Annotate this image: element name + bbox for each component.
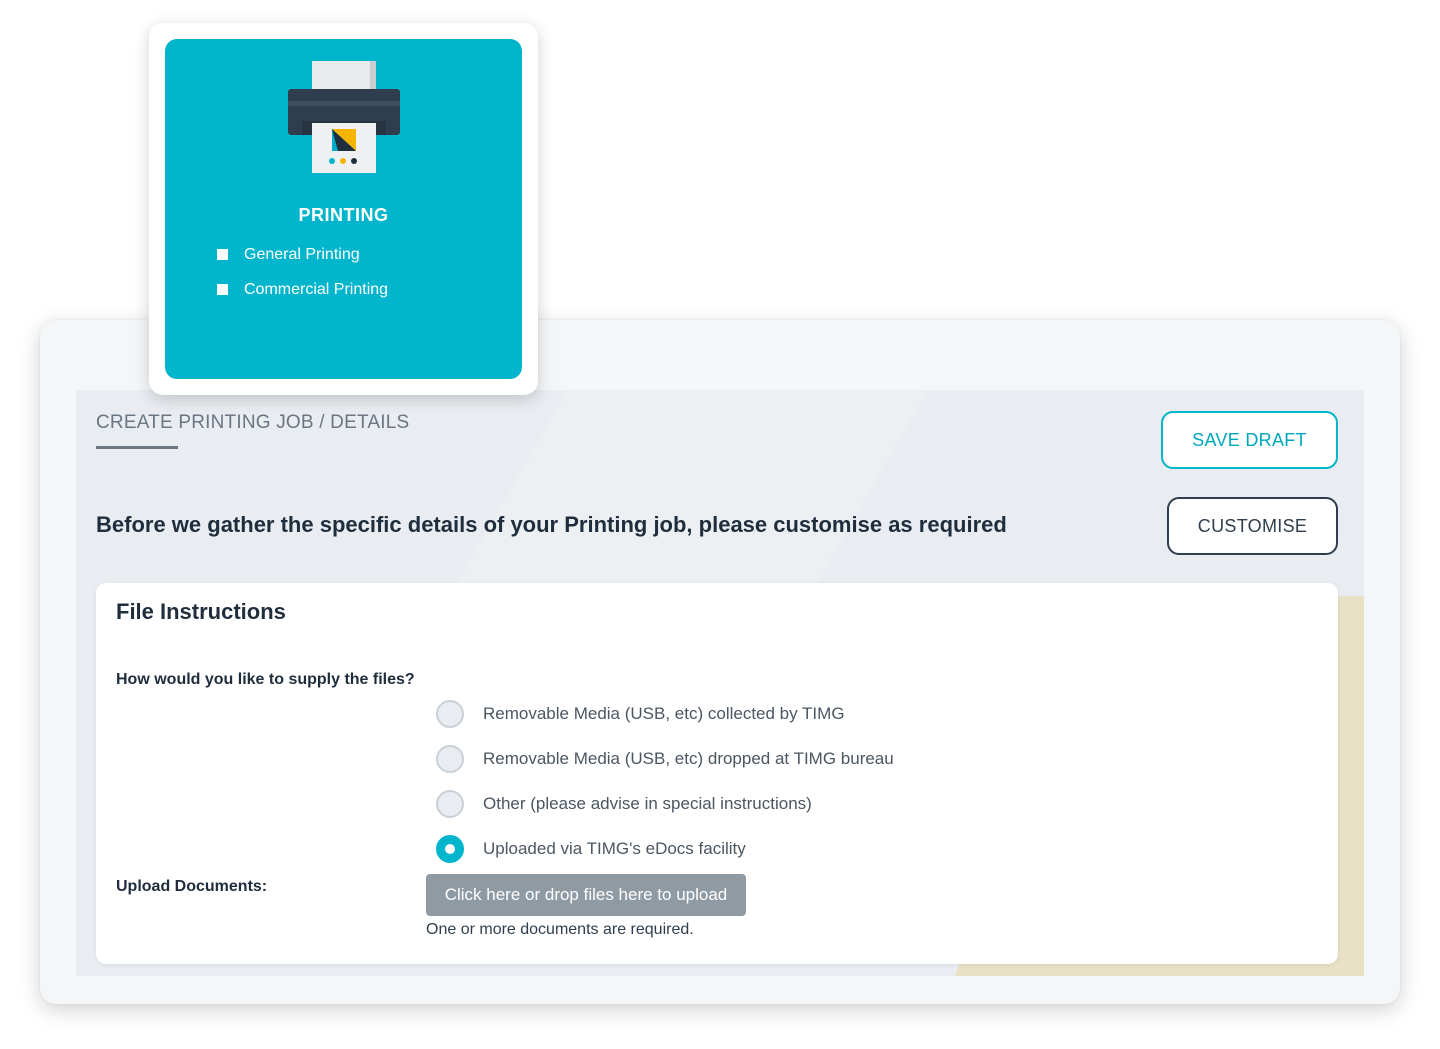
radio-label: Removable Media (USB, etc) dropped at TI…	[483, 748, 894, 768]
radio-option-other[interactable]: Other (please advise in special instruct…	[436, 781, 894, 826]
radio-option-usb-dropped[interactable]: Removable Media (USB, etc) dropped at TI…	[436, 736, 894, 781]
file-instructions-title: File Instructions	[116, 599, 286, 624]
radio-label: Removable Media (USB, etc) collected by …	[483, 703, 845, 723]
list-item-label: Commercial Printing	[244, 280, 389, 298]
save-draft-button[interactable]: SAVE DRAFT	[1161, 411, 1338, 469]
supply-method-radio-group: Removable Media (USB, etc) collected by …	[436, 691, 894, 871]
radio-option-edocs-upload[interactable]: Uploaded via TIMG's eDocs facility	[436, 826, 894, 871]
printing-category-card[interactable]: PRINTING General Printing Commercial Pri…	[149, 23, 538, 395]
supply-question-label: How would you like to supply the files?	[116, 671, 415, 688]
breadcrumb: CREATE PRINTING JOB / DETAILS	[96, 412, 410, 433]
list-item[interactable]: General Printing	[217, 237, 388, 272]
card-service-list: General Printing Commercial Printing	[217, 237, 388, 307]
background-decoration	[440, 390, 952, 610]
radio-button[interactable]	[436, 789, 464, 818]
intro-text: Before we gather the specific details of…	[96, 512, 1007, 537]
upload-hint-text: One or more documents are required.	[426, 921, 694, 938]
content-panel: CREATE PRINTING JOB / DETAILS SAVE DRAFT…	[76, 390, 1364, 976]
printing-card-inner: PRINTING General Printing Commercial Pri…	[165, 39, 522, 379]
outer-window: CREATE PRINTING JOB / DETAILS SAVE DRAFT…	[40, 320, 1400, 1004]
radio-option-usb-collected[interactable]: Removable Media (USB, etc) collected by …	[436, 691, 894, 736]
square-bullet-icon	[217, 249, 228, 260]
radio-button-selected[interactable]	[436, 834, 464, 863]
customise-button[interactable]: CUSTOMISE	[1167, 497, 1338, 555]
list-item[interactable]: Commercial Printing	[217, 272, 388, 307]
file-instructions-card: File Instructions How would you like to …	[96, 583, 1338, 964]
card-title: PRINTING	[298, 205, 389, 225]
printer-icon	[288, 61, 400, 173]
radio-label: Other (please advise in special instruct…	[483, 793, 812, 813]
radio-button[interactable]	[436, 699, 464, 728]
breadcrumb-underline	[96, 446, 178, 449]
list-item-label: General Printing	[244, 245, 360, 263]
square-bullet-icon	[217, 284, 228, 295]
upload-documents-label: Upload Documents:	[116, 878, 268, 895]
upload-dropzone-button[interactable]: Click here or drop files here to upload	[426, 874, 746, 916]
radio-button[interactable]	[436, 744, 464, 773]
radio-label: Uploaded via TIMG's eDocs facility	[483, 838, 746, 858]
